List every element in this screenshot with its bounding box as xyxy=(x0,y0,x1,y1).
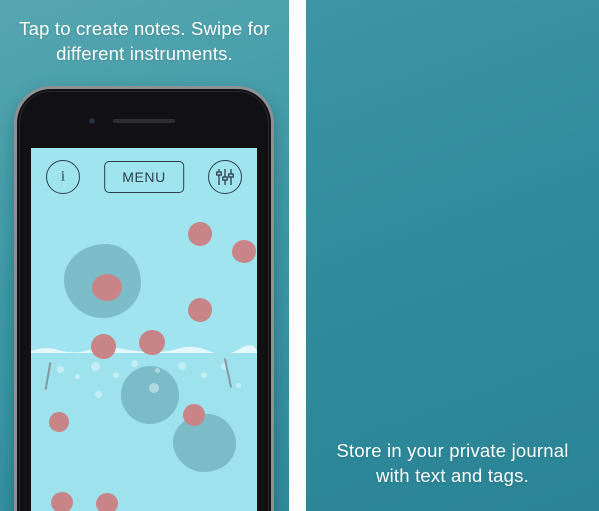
note-dot[interactable] xyxy=(188,298,212,322)
left-caption-line-2: different instruments. xyxy=(56,43,233,64)
bubble-decoration xyxy=(95,391,102,398)
bubble-decoration xyxy=(91,362,100,371)
instrument-blob[interactable] xyxy=(121,366,179,424)
menu-button[interactable]: MENU xyxy=(104,161,184,193)
info-icon-glyph: i xyxy=(60,168,66,185)
bubble-decoration xyxy=(131,360,138,367)
note-dot[interactable] xyxy=(92,274,122,301)
note-dot[interactable] xyxy=(49,412,69,432)
note-dot[interactable] xyxy=(91,334,116,359)
front-camera-icon xyxy=(89,118,95,124)
note-dot[interactable] xyxy=(139,330,165,355)
bubble-decoration xyxy=(201,372,207,378)
bubble-decoration xyxy=(149,383,159,393)
note-dot[interactable] xyxy=(96,493,118,511)
bubble-decoration xyxy=(236,383,241,388)
note-dot[interactable] xyxy=(51,492,73,511)
promo-screenshot: Tap to create notes. Swipe for different… xyxy=(0,0,599,511)
note-dot[interactable] xyxy=(232,240,256,263)
music-app-toolbar: i MENU xyxy=(31,148,257,204)
left-promo-panel: Tap to create notes. Swipe for different… xyxy=(0,0,289,511)
bubble-decoration xyxy=(57,366,64,373)
instrument-blob[interactable] xyxy=(173,414,236,472)
equalizer-icon[interactable] xyxy=(208,160,242,194)
right-caption-line-1: Store in your private journal xyxy=(336,440,569,461)
note-dot[interactable] xyxy=(188,222,212,246)
bubble-decoration xyxy=(155,368,160,373)
bubble-decoration xyxy=(113,372,119,378)
left-phone-device: i MENU xyxy=(17,89,271,511)
equalizer-icon-glyph xyxy=(216,169,234,185)
earpiece-speaker xyxy=(113,119,175,123)
bubble-decoration xyxy=(75,374,80,379)
right-caption-line-2: with text and tags. xyxy=(376,465,529,486)
left-caption: Tap to create notes. Swipe for different… xyxy=(0,16,289,66)
right-promo-panel: If your Cove had an emotion, what would … xyxy=(306,0,599,511)
left-phone-screen: i MENU xyxy=(31,148,257,511)
panel-separator xyxy=(289,0,306,511)
left-caption-line-1: Tap to create notes. Swipe for xyxy=(19,18,270,39)
info-icon[interactable]: i xyxy=(46,160,80,194)
note-dot[interactable] xyxy=(183,404,205,426)
right-caption: Store in your private journal with text … xyxy=(306,438,599,488)
bubble-decoration xyxy=(178,362,186,370)
